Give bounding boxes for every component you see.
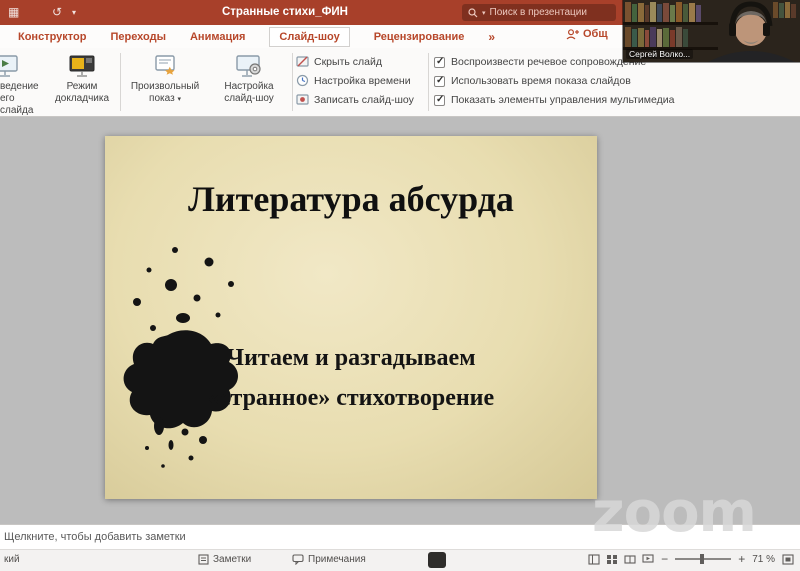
comments-toggle-button[interactable]: Примечания xyxy=(292,554,366,565)
play-narrations-label: Воспроизвести речевое сопровождение xyxy=(451,56,646,68)
slide-canvas-area: Литература абсурда xyxy=(0,117,800,524)
ribbon-separator xyxy=(120,53,121,111)
language-indicator[interactable]: кий xyxy=(4,554,20,565)
tab-retsenzirovanie[interactable]: Рецензирование xyxy=(374,31,465,43)
status-bar: кий Заметки Примечания xyxy=(0,549,800,571)
rehearse-timings-label: Настройка времени xyxy=(314,75,411,87)
ribbon-separator xyxy=(428,53,429,111)
setup-slideshow-button[interactable]: Настройка слайд-шоу xyxy=(210,51,288,105)
from-current-label-line2: его слайда xyxy=(0,93,48,117)
slide-body-line1: Читаем и разгадываем xyxy=(105,338,597,378)
webcam-video-tile[interactable]: Сергей Волко... xyxy=(623,0,800,62)
dark-ui-fragment-button[interactable] xyxy=(428,552,446,568)
notes-toggle-button[interactable]: Заметки xyxy=(198,554,251,565)
custom-show-button[interactable]: Произвольный показ ▾ xyxy=(124,51,206,106)
from-current-slide-button[interactable]: ведение его слайда xyxy=(0,51,48,117)
record-icon xyxy=(296,93,309,106)
presenter-label-line2: докладчика xyxy=(48,93,116,105)
clock-icon xyxy=(296,74,309,87)
setup-monitor-gear-icon xyxy=(236,54,262,78)
normal-view-icon[interactable] xyxy=(588,554,600,565)
search-caret-icon: ▾ xyxy=(482,9,486,17)
slide-title-text[interactable]: Литература абсурда xyxy=(105,178,597,220)
play-narrations-checkbox[interactable]: Воспроизвести речевое сопровождение xyxy=(434,56,646,68)
show-media-controls-checkbox[interactable]: Показать элементы управления мультимедиа xyxy=(434,94,674,106)
slide-body-textbox[interactable]: Читаем и разгадываем «странное» стихотво… xyxy=(105,338,597,418)
zoom-out-button[interactable]: − xyxy=(661,553,668,565)
tab-animatsiya[interactable]: Анимация xyxy=(190,31,245,43)
window-title: Странные стихи_ФИН xyxy=(160,0,410,25)
slide-body-line2: «странное» стихотворение xyxy=(105,378,597,418)
monitor-play-icon xyxy=(0,54,18,78)
checkbox-checked-icon xyxy=(434,95,445,106)
record-slideshow-label: Записать слайд-шоу xyxy=(314,94,414,106)
notes-placeholder: Щелкните, чтобы добавить заметки xyxy=(0,531,186,543)
add-person-icon xyxy=(566,29,579,40)
zoom-slider[interactable] xyxy=(675,558,731,560)
show-media-controls-label: Показать элементы управления мультимедиа xyxy=(451,94,674,106)
tabs-overflow-chevron-icon[interactable]: » xyxy=(488,30,495,44)
zoom-in-button[interactable]: + xyxy=(738,553,745,565)
slideshow-view-icon[interactable] xyxy=(642,554,654,565)
tab-perekhody[interactable]: Переходы xyxy=(110,31,166,43)
search-icon xyxy=(468,8,478,18)
notes-icon xyxy=(198,554,209,565)
slide-sorter-view-icon[interactable] xyxy=(606,554,618,565)
notes-toggle-label: Заметки xyxy=(213,554,251,565)
tab-konstruktor[interactable]: Конструктор xyxy=(18,31,86,43)
from-current-label-line1: ведение xyxy=(0,81,48,93)
share-button[interactable]: Общ xyxy=(566,28,608,40)
search-box[interactable]: ▾ Поиск в презентации xyxy=(462,4,616,21)
hide-slide-icon xyxy=(296,55,309,68)
hide-slide-label: Скрыть слайд xyxy=(314,56,382,68)
share-label: Общ xyxy=(583,28,608,40)
setup-label-line2: слайд-шоу xyxy=(210,93,288,105)
presenter-monitor-icon xyxy=(69,54,95,78)
comment-icon xyxy=(292,554,304,565)
tab-slideshow-active[interactable]: Слайд-шоу xyxy=(269,27,349,47)
slide[interactable]: Литература абсурда xyxy=(105,136,597,499)
hide-slide-button[interactable]: Скрыть слайд xyxy=(296,55,382,68)
comments-toggle-label: Примечания xyxy=(308,554,366,565)
reading-view-icon[interactable] xyxy=(624,554,636,565)
custom-show-icon xyxy=(153,54,177,78)
participant-name-label: Сергей Волко... xyxy=(626,49,693,59)
use-timings-checkbox[interactable]: Использовать время показа слайдов xyxy=(434,75,631,87)
statusbar-right-cluster: − + 71 % xyxy=(588,553,794,565)
view-switcher xyxy=(588,554,654,565)
fit-to-window-icon[interactable] xyxy=(782,554,794,565)
custom-show-label-line2: показ xyxy=(149,93,175,104)
checkbox-checked-icon xyxy=(434,76,445,87)
presenter-view-button[interactable]: Режим докладчика xyxy=(48,51,116,105)
rehearse-timings-button[interactable]: Настройка времени xyxy=(296,74,411,87)
zoom-percentage[interactable]: 71 % xyxy=(752,554,775,565)
use-timings-label: Использовать время показа слайдов xyxy=(451,75,631,87)
presenter-label-line1: Режим xyxy=(48,81,116,93)
record-slideshow-button[interactable]: Записать слайд-шоу xyxy=(296,93,414,106)
custom-show-label-line1: Произвольный xyxy=(124,81,206,93)
dropdown-caret-icon: ▾ xyxy=(177,96,181,103)
setup-label-line1: Настройка xyxy=(210,81,288,93)
presentation-icon[interactable]: ▦ xyxy=(8,4,19,21)
search-placeholder: Поиск в презентации xyxy=(490,7,587,18)
ribbon-separator xyxy=(292,53,293,111)
zoom-slider-thumb[interactable] xyxy=(700,554,704,564)
zoom-watermark: zoom xyxy=(592,480,756,545)
undo-icon[interactable]: ↺ xyxy=(52,4,62,21)
caret-down-icon[interactable]: ▾ xyxy=(72,4,76,21)
checkbox-checked-icon xyxy=(434,57,445,68)
